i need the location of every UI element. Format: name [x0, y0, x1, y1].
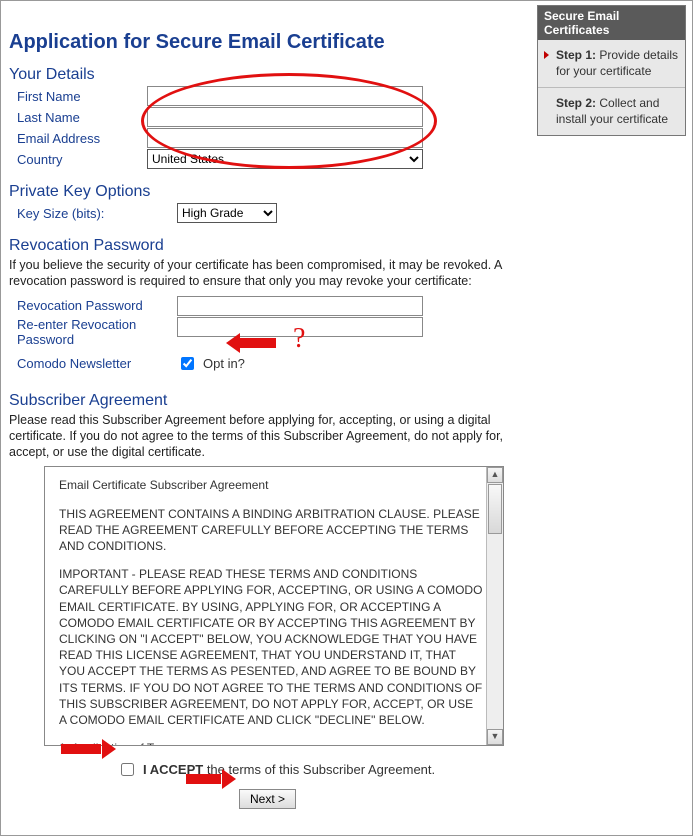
optin-label: Opt in? — [203, 356, 245, 371]
rev-pwd2-label: Re-enter Revocation Password — [9, 317, 177, 348]
key-size-label: Key Size (bits): — [9, 206, 177, 221]
sidebar-step-1: Step 1: Provide details for your certifi… — [538, 40, 685, 88]
page-title: Application for Secure Email Certificate — [9, 31, 529, 54]
agreement-textbox[interactable]: Email Certificate Subscriber Agreement T… — [44, 466, 504, 746]
revocation-intro: If you believe the security of your cert… — [9, 257, 529, 290]
newsletter-label: Comodo Newsletter — [9, 356, 177, 371]
rev-pwd-label: Revocation Password — [9, 298, 177, 313]
last-name-label: Last Name — [9, 110, 147, 125]
agreement-body-title: Email Certificate Subscriber Agreement — [59, 477, 483, 493]
step2-bold: Step 2: — [556, 96, 596, 110]
section-agreement: Subscriber Agreement — [9, 392, 529, 410]
rev-pwd2-input[interactable] — [177, 317, 423, 337]
key-size-select[interactable]: High Grade — [177, 203, 277, 223]
agreement-p1: THIS AGREEMENT CONTAINS A BINDING ARBITR… — [59, 506, 483, 555]
email-label: Email Address — [9, 131, 147, 146]
section-your-details: Your Details — [9, 66, 529, 84]
last-name-input[interactable] — [147, 107, 423, 127]
country-label: Country — [9, 152, 147, 167]
email-input[interactable] — [147, 128, 423, 148]
agreement-p3: 1. Application of Terms — [59, 740, 483, 746]
first-name-input[interactable] — [147, 86, 423, 106]
sidebar-step-2: Step 2: Collect and install your certifi… — [538, 88, 685, 135]
agreement-scrollbar[interactable]: ▲ ▼ — [486, 467, 503, 745]
scroll-up-icon[interactable]: ▲ — [487, 467, 503, 483]
rev-pwd-input[interactable] — [177, 296, 423, 316]
country-select[interactable]: United States — [147, 149, 423, 169]
scroll-thumb[interactable] — [488, 484, 502, 534]
agreement-intro: Please read this Subscriber Agreement be… — [9, 412, 529, 461]
scroll-down-icon[interactable]: ▼ — [487, 729, 503, 745]
next-button[interactable]: Next > — [239, 789, 296, 809]
sidebar: Secure Email Certificates Step 1: Provid… — [537, 5, 686, 136]
step1-bold: Step 1: — [556, 48, 596, 62]
section-pko: Private Key Options — [9, 183, 529, 201]
section-revocation: Revocation Password — [9, 237, 529, 255]
first-name-label: First Name — [9, 89, 147, 104]
accept-checkbox[interactable] — [121, 763, 134, 776]
accept-label: I ACCEPT the terms of this Subscriber Ag… — [143, 762, 435, 777]
agreement-p2: IMPORTANT - PLEASE READ THESE TERMS AND … — [59, 566, 483, 728]
sidebar-title: Secure Email Certificates — [538, 6, 685, 40]
optin-checkbox[interactable] — [181, 357, 194, 370]
